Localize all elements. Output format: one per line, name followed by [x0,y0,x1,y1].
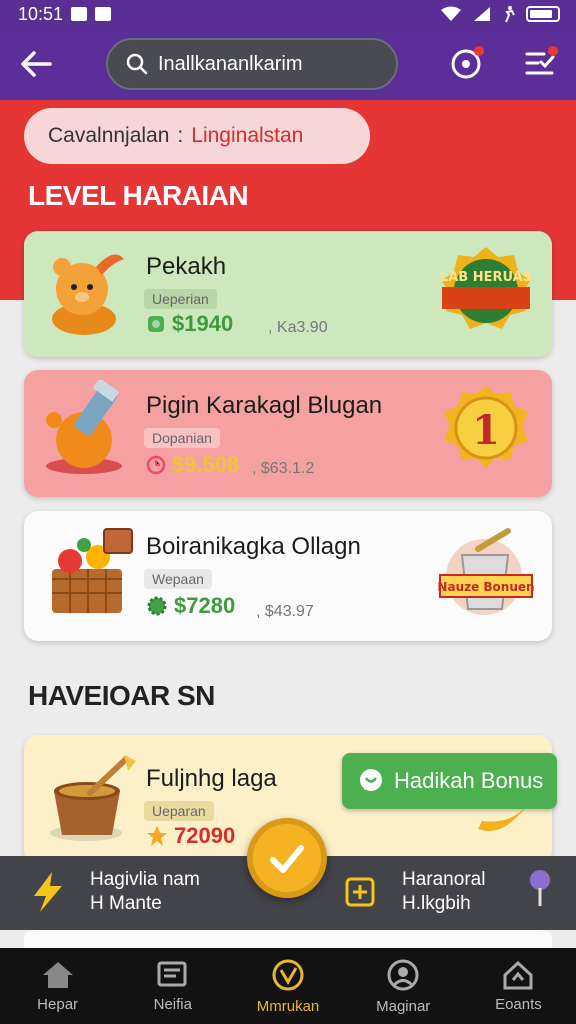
badge-text: Nauze Bonuen [438,580,534,594]
profile-icon [387,959,419,990]
chip-separator: : [177,124,184,147]
card-price: $7280 [146,593,235,619]
back-button[interactable] [16,44,56,84]
chat-icon [360,769,382,791]
floating-left-line2: H Mante [90,893,162,914]
record-button[interactable] [446,44,486,84]
nav-item-profile[interactable]: Maginar [346,948,461,1024]
notification-dot [548,46,558,56]
running-icon [505,6,515,23]
badge-text: 1 [472,407,500,454]
next-card-peek [24,930,552,950]
arrow-left-icon [21,51,52,77]
card-tag: Ueperian [144,289,217,309]
tasks-button[interactable] [520,44,560,84]
nav-item-active[interactable]: Mmrukan [230,948,345,1024]
floating-right-line1: Haranoral [402,869,486,890]
search-field[interactable]: Inallkananlkarim [106,38,398,90]
section-title: HAVEIOAR SN [28,680,215,711]
nav-label: Mmrukan [256,997,320,1015]
house-outline-icon [503,960,533,989]
gear-icon [147,596,167,616]
news-icon [157,961,187,986]
floating-right-line2: H.lkgbih [402,893,471,914]
card-tag: Wepaan [144,569,212,589]
card-price: $9.508 [146,452,239,478]
bonus-badge-icon: Nauze Bonuen [438,528,534,615]
search-icon [126,53,148,75]
card-title: Boiranikagka Ollagn [146,533,361,560]
status-bar: 10:51 [0,0,576,28]
lightning-icon [34,872,62,912]
notification-icon [95,7,112,21]
gift-basket-icon [52,528,133,613]
old-price: , $63.1.2 [252,460,315,477]
price-value: $7280 [174,593,236,618]
pin-icon [530,870,550,906]
medal-icon: 1 [444,386,528,468]
status-time: 10:51 [18,3,64,24]
bonus-button[interactable]: Hadikah Bonus [342,753,557,809]
old-price: , $43.97 [256,603,314,620]
floating-left-item[interactable]: Hagivlia nam H Mante [90,868,200,916]
card-title: Pigin Karakagl Blugan [146,392,383,419]
nav-label: Maginar [376,997,431,1015]
bonus-label: Hadikah Bonus [394,768,544,793]
filter-chip[interactable]: Cavalnnjalan : Linginalstan [24,108,370,164]
nav-item-events[interactable]: Eoants [461,948,576,1024]
nav-label: Neifia [153,995,192,1013]
star-icon [147,826,167,846]
wifi-icon [441,6,461,21]
check-icon [270,845,304,873]
bucket-icon [50,755,136,841]
chip-value: Linginalstan [191,124,304,147]
badge-text: LAB HERUAS [440,270,532,285]
old-price: , Ka3.90 [268,319,328,336]
notification-icon [71,7,88,21]
plus-box-icon [345,877,375,907]
nav-label: Eoants [495,995,542,1013]
price-value: $9.508 [172,452,240,477]
fruit-icon [46,380,122,474]
card-title: Fuljnhg laga [146,765,277,792]
bear-icon [52,254,124,335]
signal-icon [474,7,490,21]
level-card[interactable]: Pekakh Ueperian $1940 , Ka3.90 LAB HERUA… [24,231,552,357]
battery-icon [526,6,560,22]
price-value: $1940 [172,311,234,336]
level-card[interactable]: Pigin Karakagl Blugan Dopanian $9.508 , … [24,370,552,497]
coin-icon [148,316,164,332]
check-circle-icon [272,959,304,990]
notification-dot [474,46,484,56]
level-card[interactable]: Boiranikagka Ollagn Wepaan $7280 , $43.9… [24,511,552,641]
nav-label: Hepar [37,995,79,1013]
floating-right-item[interactable]: Haranoral H.lkgbih [402,868,485,916]
search-input[interactable]: Inallkananlkarim [158,53,303,76]
badge-icon: LAB HERUAS [440,247,532,329]
app-bar: Inallkananlkarim [0,28,576,100]
section-title: LEVEL HARAIAN [28,180,249,211]
complete-fab-button[interactable] [247,818,327,898]
nav-item-home[interactable]: Hepar [0,948,115,1024]
chip-label: Cavalnnjalan [48,124,170,147]
bottom-nav: Hepar Neifia Mmrukan Maginar Eoants [0,948,576,1024]
card-tag: Ueparan [144,801,214,821]
home-icon [42,961,73,988]
price-value: 72090 [174,823,236,848]
card-tag: Dopanian [144,428,220,448]
floating-left-line1: Hagivlia nam [90,869,200,890]
card-title: Pekakh [146,253,227,280]
card-price: $1940 [146,311,233,337]
clock-icon [146,455,166,475]
card-price: 72090 [146,823,235,849]
nav-item-news[interactable]: Neifia [115,948,230,1024]
